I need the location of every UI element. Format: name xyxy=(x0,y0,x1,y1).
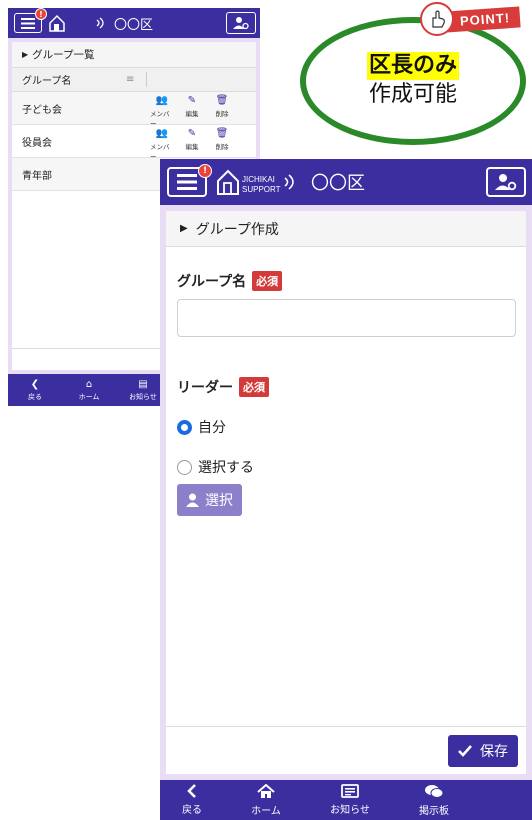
row-actions: 👥 メンバー ✎ 編集 🗑 削除 xyxy=(150,127,234,161)
group-create-card: ▶ グループ作成 グループ名 必須 リーダー 必須 自分 選択する 選択 保存 xyxy=(166,211,526,774)
user-settings-button[interactable] xyxy=(486,167,526,197)
app-logo: JICHIKAI SUPPORT xyxy=(215,168,297,196)
edit-button[interactable]: ✎ 編集 xyxy=(180,127,204,161)
users-icon: 👥 xyxy=(155,95,169,106)
notification-badge: ! xyxy=(198,164,212,178)
nav-back[interactable]: ❮ 戻る xyxy=(8,379,62,402)
users-icon: 👥 xyxy=(155,128,169,139)
caret-right-icon: ▶ xyxy=(22,50,29,59)
user-settings-button[interactable] xyxy=(226,12,256,34)
svg-text:SUPPORT: SUPPORT xyxy=(242,185,281,194)
radio-choose[interactable]: 選択する xyxy=(177,457,254,477)
group-name-cell: 青年部 xyxy=(22,170,52,182)
card-footer: 保存 xyxy=(166,726,526,774)
chevron-left-icon xyxy=(187,784,197,798)
required-badge: 必須 xyxy=(252,271,283,291)
edit-icon: ✎ xyxy=(187,128,197,139)
newspaper-icon xyxy=(341,784,359,798)
caret-right-icon: ▶ xyxy=(180,223,188,234)
save-button[interactable]: 保存 xyxy=(448,734,518,767)
group-name-input[interactable] xyxy=(177,299,516,337)
app-header: ! JICHIKAI SUPPORT 〇〇区 xyxy=(160,159,532,205)
house-logo-icon xyxy=(48,14,104,32)
user-icon xyxy=(186,493,199,507)
card-title: グループ作成 xyxy=(195,221,279,238)
trash-icon: 🗑 xyxy=(215,95,229,106)
row-actions: 👥 メンバー ✎ 編集 🗑 削除 xyxy=(150,94,234,128)
table-row[interactable]: 役員会 👥 メンバー ✎ 編集 🗑 削除 xyxy=(12,125,256,161)
menu-button[interactable]: ! xyxy=(14,8,47,33)
bottom-nav: 戻る ホーム お知らせ 掲示板 xyxy=(160,780,532,820)
delete-button[interactable]: 🗑 削除 xyxy=(210,94,234,128)
home-icon: ⌂ xyxy=(85,378,93,390)
notification-badge: ! xyxy=(35,8,47,20)
home-icon xyxy=(257,783,275,799)
nav-board[interactable]: 掲示板 xyxy=(392,784,476,817)
radio-checked-icon[interactable] xyxy=(177,419,192,435)
content-area: ▶ グループ作成 グループ名 必須 リーダー 必須 自分 選択する 選択 保存 xyxy=(160,205,532,780)
point-label: POINT! xyxy=(445,5,521,33)
table-row[interactable]: 子ども会 👥 メンバー ✎ 編集 🗑 削除 xyxy=(12,92,256,128)
card-header: ▶ グループ作成 xyxy=(166,211,526,247)
group-name-cell: 役員会 xyxy=(22,137,52,149)
check-icon xyxy=(458,744,472,757)
group-name-label: グループ名 必須 xyxy=(177,271,283,291)
district-title: 〇〇区 xyxy=(114,17,154,33)
radio-unchecked-icon[interactable] xyxy=(177,459,192,475)
newspaper-icon: ▤ xyxy=(138,378,148,390)
column-header-name: グループ名 xyxy=(22,76,72,87)
group-name-cell: 子ども会 xyxy=(22,104,62,116)
members-button[interactable]: 👥 メンバー xyxy=(150,94,174,128)
point-tag: POINT! xyxy=(420,2,521,36)
card-header: ▶ グループ一覧 xyxy=(12,42,256,68)
trash-icon: 🗑 xyxy=(215,128,229,139)
app-header: ! 〇〇区 xyxy=(8,8,260,38)
column-divider xyxy=(146,72,147,87)
district-title: 〇〇区 xyxy=(311,173,365,194)
nav-news[interactable]: お知らせ xyxy=(308,784,392,816)
app-logo xyxy=(48,14,104,32)
house-logo-icon: JICHIKAI SUPPORT xyxy=(215,168,297,196)
radio-self[interactable]: 自分 xyxy=(177,417,226,437)
user-gear-icon xyxy=(495,173,517,191)
sort-icon[interactable]: ≡ xyxy=(126,74,134,85)
menu-button[interactable]: ! xyxy=(167,164,212,197)
point-callout: 区長のみ 作成可能 xyxy=(300,17,526,145)
hamburger-icon xyxy=(177,174,197,190)
members-button[interactable]: 👥 メンバー xyxy=(150,127,174,161)
table-header[interactable]: グループ名 ≡ xyxy=(12,68,256,92)
comments-icon xyxy=(424,784,444,799)
hamburger-icon xyxy=(21,17,35,29)
leader-label: リーダー 必須 xyxy=(177,377,269,397)
card-title: グループ一覧 xyxy=(32,49,95,61)
edit-button[interactable]: ✎ 編集 xyxy=(180,94,204,128)
delete-button[interactable]: 🗑 削除 xyxy=(210,127,234,161)
svg-text:JICHIKAI: JICHIKAI xyxy=(242,175,275,184)
nav-home[interactable]: ⌂ ホーム xyxy=(62,379,116,402)
callout-line1: 区長のみ xyxy=(366,52,459,80)
pointing-hand-icon xyxy=(420,2,454,36)
callout-line2: 作成可能 xyxy=(368,82,457,107)
nav-home[interactable]: ホーム xyxy=(224,783,308,817)
select-leader-button[interactable]: 選択 xyxy=(177,484,242,516)
chevron-left-icon: ❮ xyxy=(30,378,40,390)
edit-icon: ✎ xyxy=(187,95,197,106)
required-badge: 必須 xyxy=(239,377,269,397)
nav-back[interactable]: 戻る xyxy=(160,784,224,816)
group-create-screen: ! JICHIKAI SUPPORT 〇〇区 ▶ グループ作成 グループ名 必須… xyxy=(160,159,532,820)
user-gear-icon xyxy=(233,16,249,30)
